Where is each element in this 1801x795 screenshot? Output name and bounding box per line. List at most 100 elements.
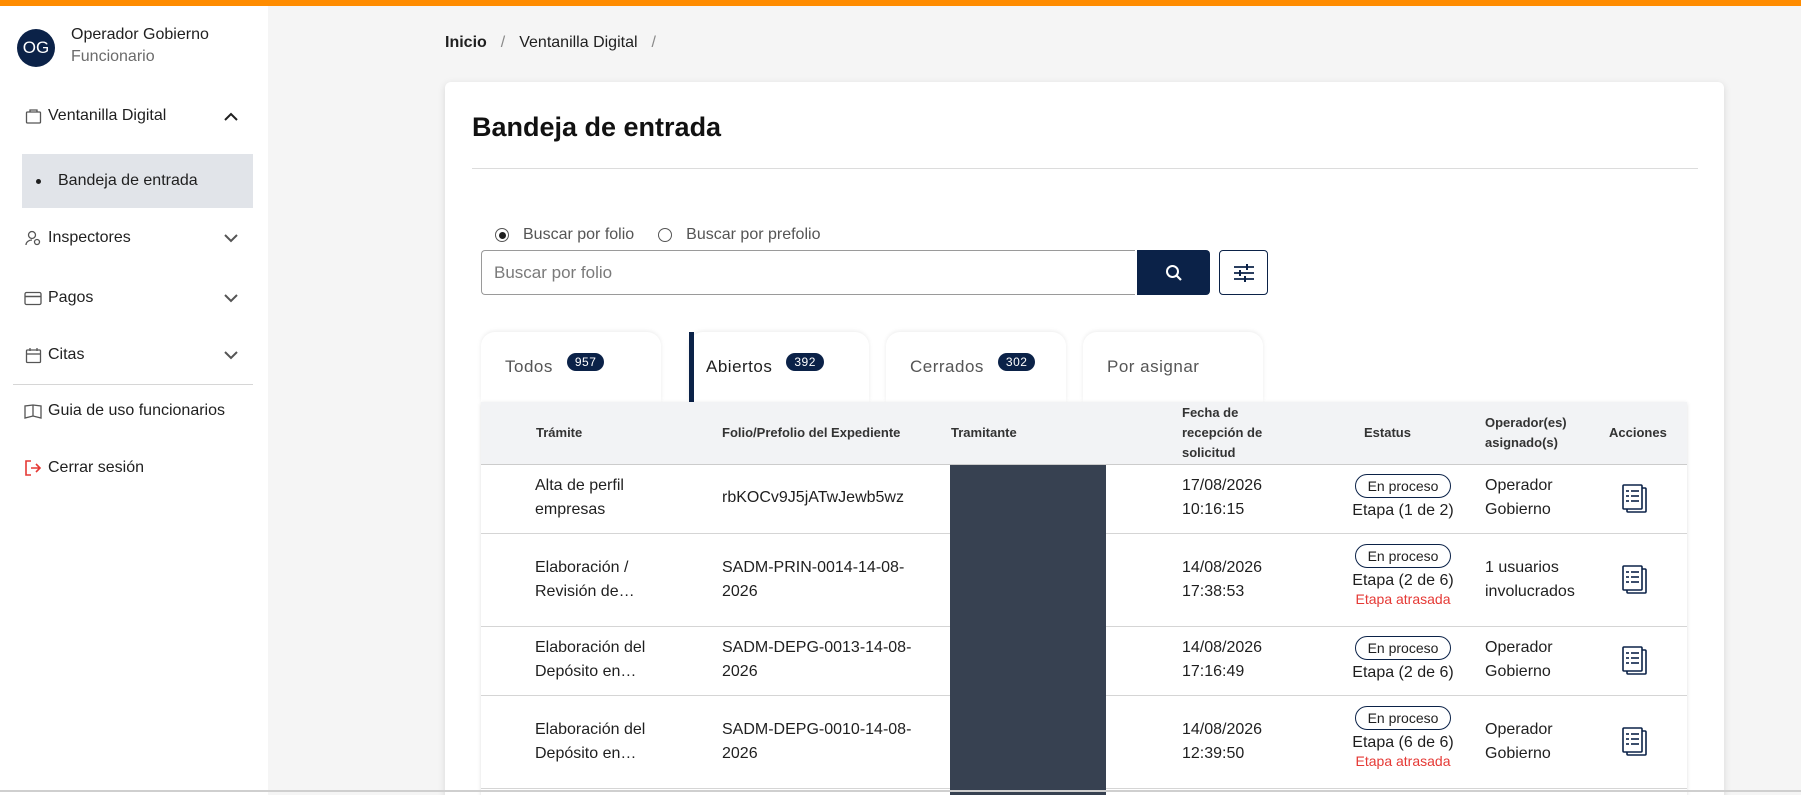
page-title: Bandeja de entrada — [472, 112, 722, 142]
sidebar-item-ventanilla-digital[interactable]: Ventanilla Digital — [13, 98, 253, 134]
inbox-table: Trámite Folio/Prefolio del Expediente Tr… — [481, 402, 1687, 795]
sidebar-divider — [13, 384, 253, 385]
inbox-card: Bandeja de entrada Buscar por folio Busc… — [445, 82, 1724, 795]
radio-prefolio-label[interactable]: Buscar por prefolio — [686, 226, 820, 244]
cell-line: Depósito en… — [535, 745, 637, 762]
th-acciones: Acciones — [1609, 425, 1667, 440]
breadcrumb-separator: / — [500, 34, 506, 51]
filter-button[interactable] — [1219, 250, 1268, 295]
chevron-up-icon[interactable] — [219, 104, 243, 128]
cell-line: 14/08/2026 — [1182, 721, 1263, 738]
chevron-down-icon[interactable] — [219, 286, 243, 310]
tab-label: Por asignar — [1107, 357, 1200, 376]
cell-line: Revisión de… — [535, 583, 635, 600]
sidebar-item-label: Ventanilla Digital — [48, 107, 167, 124]
cell-line: Elaboración del — [535, 639, 646, 656]
book-icon — [22, 400, 44, 422]
th-operador[interactable]: Operador(es) asignado(s) — [1485, 413, 1567, 453]
cell-line: involucrados — [1485, 583, 1575, 600]
cell-estatus: En proceso Etapa (6 de 6) Etapa atrasada — [1338, 706, 1468, 770]
view-document-icon[interactable] — [1621, 646, 1649, 676]
cell-line: 10:16:15 — [1182, 501, 1245, 518]
search-button[interactable] — [1137, 250, 1210, 295]
status-badge: En proceso — [1354, 544, 1452, 568]
sidebar-item-guia[interactable]: Guia de uso funcionarios — [13, 393, 253, 429]
count-badge: 392 — [786, 353, 824, 371]
chevron-down-icon[interactable] — [219, 226, 243, 250]
sidebar-item-label: Pagos — [48, 289, 94, 306]
tab-cerrados[interactable]: Cerrados 302 — [886, 332, 1066, 402]
view-document-icon[interactable] — [1621, 565, 1649, 595]
th-tramitante[interactable]: Tramitante — [951, 423, 1017, 443]
cell-fecha: 14/08/2026 17:16:49 — [1182, 636, 1262, 684]
cell-line: Depósito en… — [535, 663, 637, 680]
table-header: Trámite Folio/Prefolio del Expediente Tr… — [481, 402, 1687, 465]
cell-line: 1 usuarios — [1485, 559, 1559, 576]
tab-abiertos[interactable]: Abiertos 392 — [689, 332, 869, 402]
tab-label: Abiertos — [706, 357, 773, 376]
cell-line: Operador — [1485, 477, 1553, 494]
cell-tramite: Elaboración del Depósito en… — [535, 636, 645, 684]
sidebar-item-label: Cerrar sesión — [48, 459, 145, 476]
breadcrumb-current[interactable]: Ventanilla Digital — [519, 34, 637, 52]
count-badge: 957 — [566, 353, 605, 371]
cell-line: 2026 — [722, 583, 758, 600]
sidebar-item-cerrar-sesion[interactable]: Cerrar sesión — [13, 450, 253, 486]
cell-line: Gobierno — [1485, 501, 1551, 518]
th-folio[interactable]: Folio/Prefolio del Expediente — [722, 423, 900, 443]
cell-operador: Operador Gobierno — [1485, 474, 1553, 522]
sidebar-subitem-label: Bandeja de entrada — [58, 172, 198, 189]
sidebar-item-label: Citas — [48, 346, 85, 363]
tab-todos[interactable]: Todos 957 — [481, 332, 661, 402]
breadcrumb-home[interactable]: Inicio — [445, 34, 487, 52]
cell-fecha: 14/08/2026 17:38:53 — [1182, 556, 1262, 604]
cell-line: 2026 — [722, 663, 758, 680]
sidebar-item-pagos[interactable]: Pagos — [13, 280, 253, 316]
avatar: OG — [17, 29, 55, 67]
search-input[interactable] — [481, 250, 1135, 295]
status-badge: En proceso — [1354, 636, 1452, 660]
late-stage-text: Etapa atrasada — [1355, 591, 1451, 607]
cell-line: Elaboración / — [535, 559, 629, 576]
cell-folio: SADM-DEPG-0010-14-08- 2026 — [722, 718, 911, 766]
sidebar-item-inspectores[interactable]: Inspectores — [13, 220, 253, 256]
cell-line: SADM-DEPG-0013-14-08- — [722, 639, 912, 656]
cell-estatus: En proceso Etapa (2 de 6) — [1338, 636, 1468, 682]
th-fecha[interactable]: Fecha de recepción de solicitud — [1182, 403, 1262, 463]
sidebar-subitem-bandeja-de-entrada[interactable]: Bandeja de entrada — [22, 154, 253, 208]
view-document-icon[interactable] — [1621, 484, 1649, 514]
inspector-icon — [22, 227, 44, 249]
page-bottom-border — [0, 790, 1801, 792]
tab-label: Todos — [505, 357, 553, 376]
chevron-down-icon[interactable] — [219, 343, 243, 367]
cell-line: 17:38:53 — [1182, 583, 1245, 600]
top-accent-bar — [0, 0, 1801, 6]
cell-line: Operador — [1485, 639, 1553, 656]
breadcrumb: Inicio / Ventanilla Digital / — [445, 34, 670, 52]
th-fecha-line: Fecha de — [1182, 405, 1239, 420]
cell-line: Alta de perfil — [535, 477, 624, 494]
cell-line: 14/08/2026 — [1182, 559, 1263, 576]
radio-folio-label[interactable]: Buscar por folio — [523, 226, 634, 244]
view-document-icon[interactable] — [1621, 727, 1649, 757]
sliders-icon — [1233, 263, 1254, 282]
sidebar-item-label: Guia de uso funcionarios — [48, 402, 225, 419]
sidebar: OG Operador Gobierno Funcionario Ventani… — [0, 6, 268, 795]
cell-estatus: En proceso Etapa (2 de 6) Etapa atrasada — [1338, 544, 1468, 608]
cell-line: 14/08/2026 — [1182, 639, 1263, 656]
radio-prefolio[interactable] — [658, 228, 673, 242]
sidebar-item-citas[interactable]: Citas — [13, 337, 253, 373]
th-tramite[interactable]: Trámite — [536, 423, 582, 443]
cell-line: 17:16:49 — [1182, 663, 1245, 680]
count-badge: 302 — [997, 353, 1036, 371]
radio-folio[interactable] — [495, 228, 509, 242]
th-estatus[interactable]: Estatus — [1364, 423, 1411, 443]
cell-operador: Operador Gobierno — [1485, 718, 1553, 766]
tab-por-asignar[interactable]: Por asignar — [1083, 332, 1263, 402]
cell-operador: Operador Gobierno — [1485, 636, 1553, 684]
status-badge: En proceso — [1354, 474, 1452, 498]
search-icon — [1165, 264, 1182, 281]
cell-line: 17/08/2026 — [1182, 477, 1263, 494]
calendar-icon — [22, 344, 44, 366]
cell-folio: SADM-DEPG-0013-14-08- 2026 — [722, 636, 911, 684]
